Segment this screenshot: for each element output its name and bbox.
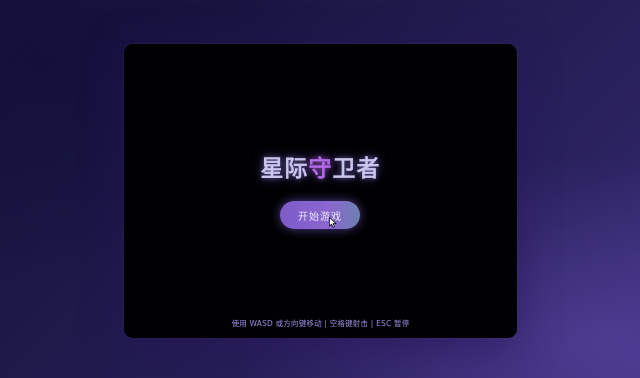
controls-hint: 使用 WASD 或方向键移动 | 空格键射击 | ESC 暂停 bbox=[231, 319, 410, 328]
score-display bbox=[146, 64, 174, 76]
game-window[interactable]: 星际守卫者 开始游戏 使用 WASD 或方向键移动 | 空格键射击 | ESC … bbox=[124, 44, 517, 338]
start-game-button[interactable]: 开始游戏 bbox=[280, 201, 360, 229]
arrow-cursor-icon bbox=[329, 217, 337, 228]
game-title: 星际守卫者 bbox=[124, 154, 517, 184]
game-title-part: 卫者 bbox=[332, 156, 381, 182]
game-title-accent: 守 bbox=[308, 156, 333, 182]
lives-display bbox=[465, 64, 495, 76]
game-title-part: 星际 bbox=[260, 156, 309, 182]
